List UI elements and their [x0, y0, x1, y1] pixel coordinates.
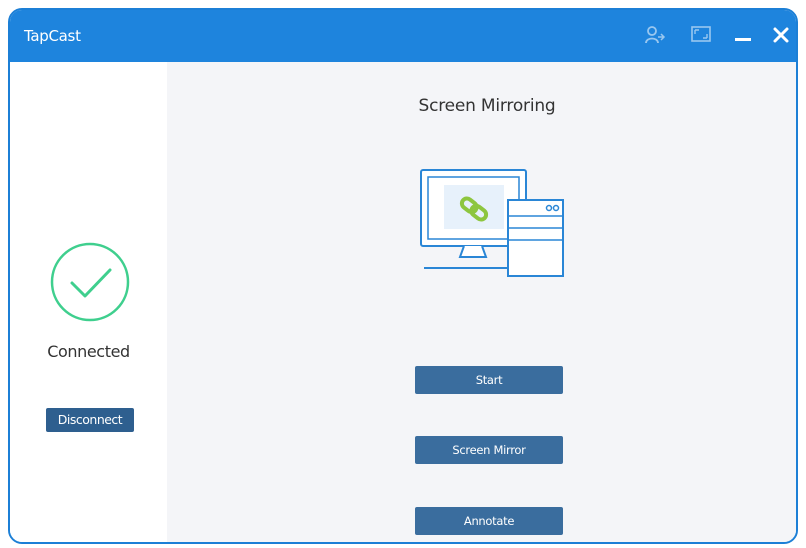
screen-mirror-button[interactable]: Screen Mirror — [415, 436, 563, 464]
close-icon[interactable] — [770, 24, 792, 46]
screen-icon[interactable] — [690, 24, 712, 46]
computer-link-icon — [416, 165, 566, 281]
minimize-icon[interactable] — [732, 24, 754, 46]
user-icon[interactable] — [644, 24, 666, 46]
sidebar: Connected Disconnect — [10, 62, 167, 542]
main-panel: Screen Mirroring Start Screen Mirror Ann… — [167, 62, 796, 542]
start-button[interactable]: Start — [415, 366, 563, 394]
app-title: TapCast — [24, 27, 81, 45]
annotate-button[interactable]: Annotate — [415, 507, 563, 535]
connection-status-label: Connected — [47, 342, 130, 361]
disconnect-button[interactable]: Disconnect — [46, 408, 134, 432]
page-title: Screen Mirroring — [418, 96, 556, 116]
check-circle-icon — [48, 240, 132, 324]
title-bar[interactable]: TapCast — [10, 10, 796, 62]
app-window: TapCast Connected Disconnect Screen Mirr… — [8, 8, 798, 544]
